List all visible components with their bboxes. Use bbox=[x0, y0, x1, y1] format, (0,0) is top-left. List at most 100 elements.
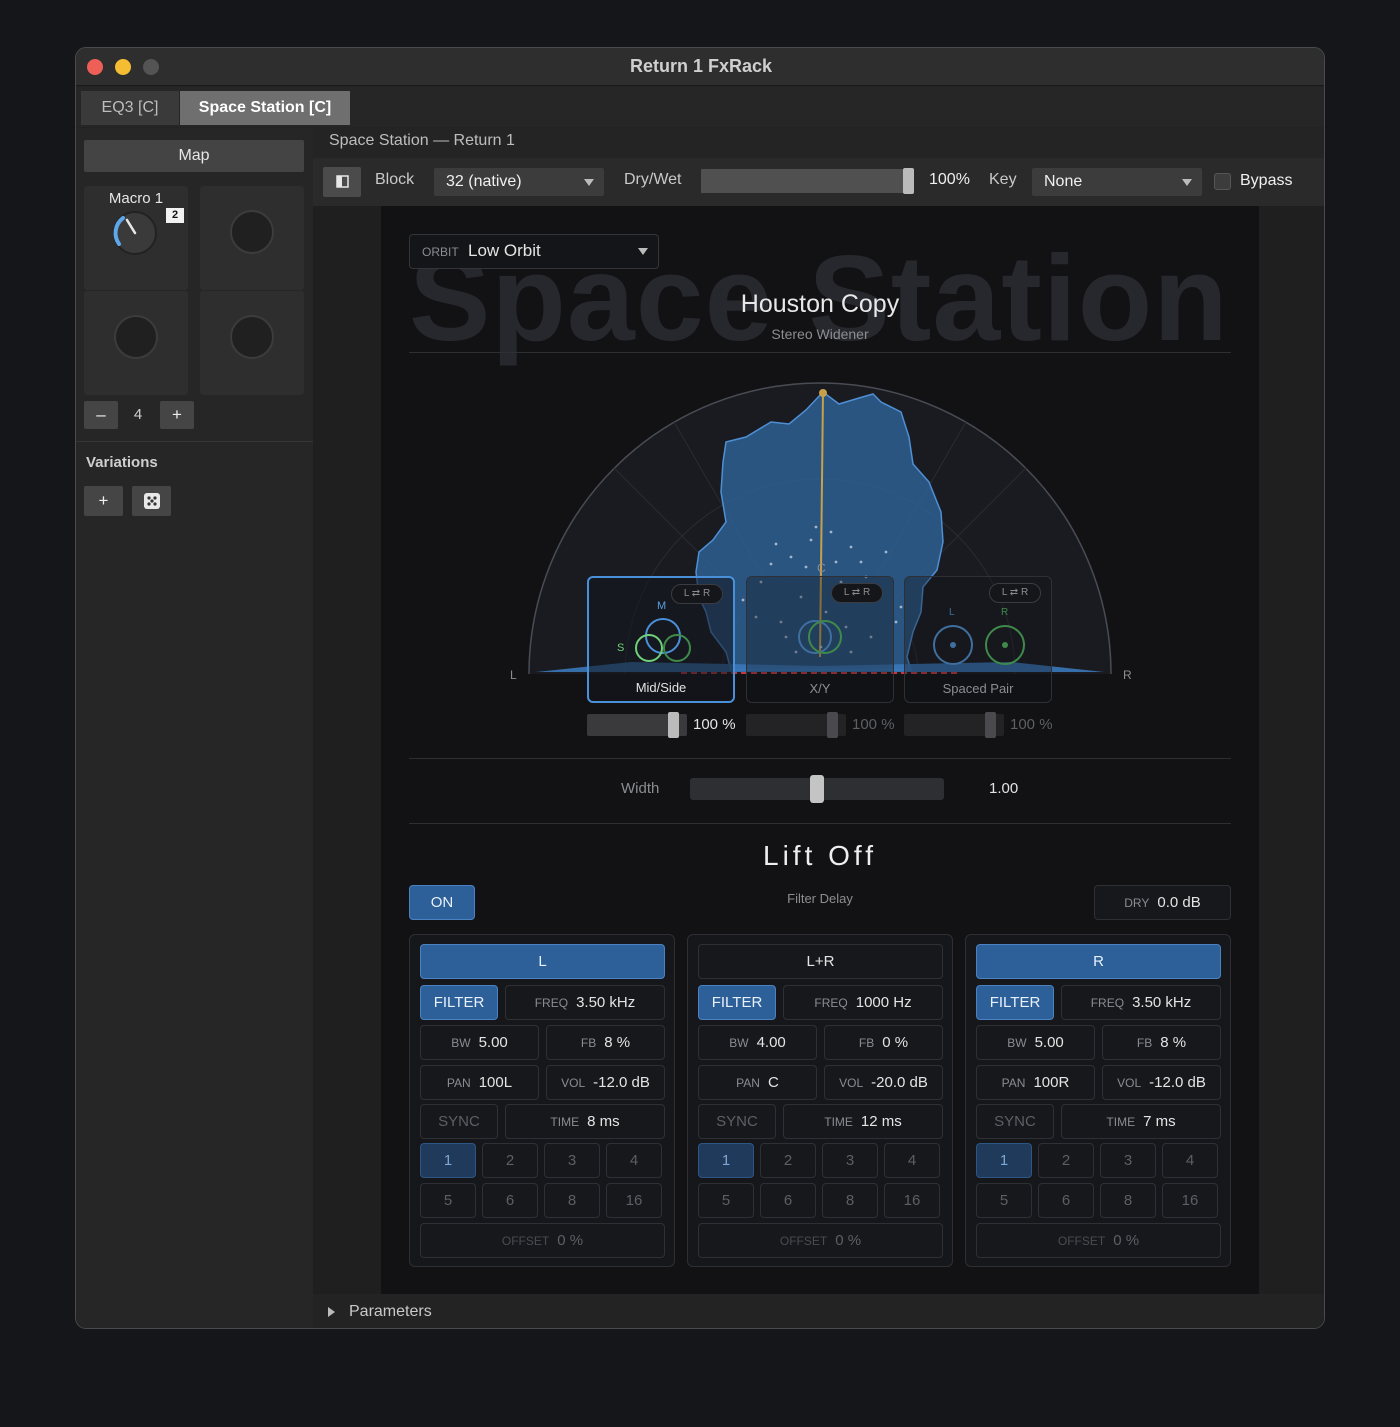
volume-control[interactable]: VOL -12.0 dB bbox=[1102, 1065, 1221, 1100]
sync-toggle-button[interactable]: SYNC bbox=[698, 1104, 776, 1139]
offset-control[interactable]: OFFSET 0 % bbox=[976, 1223, 1221, 1258]
parameters-bar[interactable]: Parameters bbox=[313, 1294, 1324, 1328]
macro-2-knob[interactable] bbox=[230, 210, 274, 254]
width-slider-thumb[interactable] bbox=[810, 775, 824, 803]
filter-toggle-button-value: FILTER bbox=[989, 994, 1041, 1011]
tab-eq3[interactable]: EQ3 [C] bbox=[81, 91, 179, 125]
feedback-control[interactable]: FB 8 % bbox=[1102, 1025, 1221, 1060]
offset-control[interactable]: OFFSET 0 % bbox=[420, 1223, 665, 1258]
tab-space-station[interactable]: Space Station [C] bbox=[180, 91, 350, 125]
randomize-variation-button[interactable] bbox=[132, 486, 171, 516]
sync-division-button[interactable]: 3 bbox=[822, 1143, 878, 1178]
sync-division-button[interactable]: 6 bbox=[760, 1183, 816, 1218]
block-size-value: 32 (native) bbox=[446, 173, 522, 190]
channel-toggle-button[interactable]: R bbox=[976, 944, 1221, 979]
mode-mid-side[interactable]: L ⇄ R M S Mid/Side bbox=[587, 576, 735, 703]
volume-control-key: VOL bbox=[561, 1076, 586, 1090]
disclosure-triangle-icon[interactable] bbox=[328, 1307, 335, 1317]
offset-control[interactable]: OFFSET 0 % bbox=[698, 1223, 943, 1258]
spaced-pair-amount-slider[interactable] bbox=[904, 712, 1004, 738]
volume-control[interactable]: VOL -20.0 dB bbox=[824, 1065, 943, 1100]
sync-division-button[interactable]: 3 bbox=[1100, 1143, 1156, 1178]
freq-control[interactable]: FREQ 1000 Hz bbox=[783, 985, 943, 1020]
sync-division-button[interactable]: 5 bbox=[698, 1183, 754, 1218]
feedback-control-value: 8 % bbox=[1160, 1034, 1187, 1051]
pan-control[interactable]: PAN 100L bbox=[420, 1065, 539, 1100]
sync-toggle-button[interactable]: SYNC bbox=[976, 1104, 1054, 1139]
sync-division-button[interactable]: 6 bbox=[1038, 1183, 1094, 1218]
swap-lr-toggle[interactable]: L ⇄ R bbox=[989, 583, 1041, 603]
sync-division-button[interactable]: 2 bbox=[1038, 1143, 1094, 1178]
channel-toggle-button[interactable]: L+R bbox=[698, 944, 943, 979]
macro-count-decrease-button[interactable]: – bbox=[84, 401, 118, 429]
delay-time-control[interactable]: TIME 7 ms bbox=[1061, 1104, 1221, 1139]
left-tag: L bbox=[949, 607, 955, 618]
width-slider[interactable] bbox=[690, 775, 944, 803]
drywet-slider[interactable] bbox=[701, 168, 914, 194]
sync-division-button[interactable]: 2 bbox=[760, 1143, 816, 1178]
add-variation-button[interactable]: + bbox=[84, 486, 123, 516]
bandwidth-control[interactable]: BW 4.00 bbox=[698, 1025, 817, 1060]
drywet-slider-thumb[interactable] bbox=[903, 168, 914, 194]
swap-lr-toggle[interactable]: L ⇄ R bbox=[671, 584, 723, 604]
sync-division-button[interactable]: 8 bbox=[1100, 1183, 1156, 1218]
sync-division-button[interactable]: 4 bbox=[884, 1143, 940, 1178]
sync-division-button[interactable]: 4 bbox=[606, 1143, 662, 1178]
sync-division-button[interactable]: 16 bbox=[1162, 1183, 1218, 1218]
bandwidth-control[interactable]: BW 5.00 bbox=[420, 1025, 539, 1060]
mid-side-amount-slider[interactable] bbox=[587, 712, 687, 738]
filter-toggle-button[interactable]: FILTER bbox=[976, 985, 1054, 1020]
freq-control[interactable]: FREQ 3.50 kHz bbox=[1061, 985, 1221, 1020]
sync-toggle-button[interactable]: SYNC bbox=[420, 1104, 498, 1139]
sync-division-button[interactable]: 1 bbox=[698, 1143, 754, 1178]
sync-division-button[interactable]: 5 bbox=[976, 1183, 1032, 1218]
xy-amount-slider[interactable] bbox=[746, 712, 846, 738]
swap-lr-toggle[interactable]: L ⇄ R bbox=[831, 583, 883, 603]
sidebar-toggle-button[interactable] bbox=[323, 167, 361, 197]
feedback-control[interactable]: FB 8 % bbox=[546, 1025, 665, 1060]
sync-division-button-value: 3 bbox=[1123, 1152, 1133, 1169]
filter-toggle-button[interactable]: FILTER bbox=[698, 985, 776, 1020]
slider-thumb[interactable] bbox=[827, 712, 838, 738]
sync-division-button[interactable]: 1 bbox=[976, 1143, 1032, 1178]
macro-4-knob[interactable] bbox=[230, 315, 274, 359]
pan-control[interactable]: PAN C bbox=[698, 1065, 817, 1100]
sync-division-button[interactable]: 8 bbox=[544, 1183, 600, 1218]
map-button[interactable]: Map bbox=[84, 140, 304, 172]
sync-division-button-value: 1 bbox=[999, 1152, 1009, 1169]
sync-division-button[interactable]: 6 bbox=[482, 1183, 538, 1218]
sync-division-button[interactable]: 3 bbox=[544, 1143, 600, 1178]
macro-3-knob[interactable] bbox=[114, 315, 158, 359]
offset-control-key: OFFSET bbox=[779, 1234, 828, 1248]
slider-thumb[interactable] bbox=[668, 712, 679, 738]
offset-control-value: 0 % bbox=[835, 1232, 862, 1249]
filter-toggle-button[interactable]: FILTER bbox=[420, 985, 498, 1020]
pan-control[interactable]: PAN 100R bbox=[976, 1065, 1095, 1100]
sync-division-button[interactable]: 4 bbox=[1162, 1143, 1218, 1178]
sync-division-button[interactable]: 5 bbox=[420, 1183, 476, 1218]
orbit-select[interactable]: ORBIT Low Orbit bbox=[409, 234, 659, 269]
bypass-checkbox[interactable] bbox=[1214, 173, 1231, 190]
volume-control[interactable]: VOL -12.0 dB bbox=[546, 1065, 665, 1100]
delay-time-control[interactable]: TIME 12 ms bbox=[783, 1104, 943, 1139]
slider-thumb[interactable] bbox=[985, 712, 996, 738]
sync-division-button[interactable]: 16 bbox=[606, 1183, 662, 1218]
mode-spaced-pair[interactable]: L ⇄ R L R Spaced Pair bbox=[904, 576, 1052, 703]
block-size-select[interactable]: 32 (native) bbox=[434, 168, 604, 196]
key-value: None bbox=[1044, 173, 1083, 190]
freq-control[interactable]: FREQ 3.50 kHz bbox=[505, 985, 665, 1020]
sync-division-button[interactable]: 8 bbox=[822, 1183, 878, 1218]
dry-level-control[interactable]: DRY 0.0 dB bbox=[1094, 885, 1231, 920]
mode-xy[interactable]: L ⇄ R X/Y bbox=[746, 576, 894, 703]
macro-1-knob[interactable] bbox=[110, 208, 160, 258]
delay-time-control[interactable]: TIME 8 ms bbox=[505, 1104, 665, 1139]
channel-toggle-button[interactable]: L bbox=[420, 944, 665, 979]
sync-division-button[interactable]: 2 bbox=[482, 1143, 538, 1178]
sync-division-button[interactable]: 16 bbox=[884, 1183, 940, 1218]
delay-channel-panel: R FILTER FREQ 3.50 kHz BW 5.00 FB 8 % PAN 100R VOL… bbox=[965, 934, 1231, 1267]
bandwidth-control[interactable]: BW 5.00 bbox=[976, 1025, 1095, 1060]
macro-count-increase-button[interactable]: + bbox=[160, 401, 194, 429]
sync-division-button[interactable]: 1 bbox=[420, 1143, 476, 1178]
feedback-control[interactable]: FB 0 % bbox=[824, 1025, 943, 1060]
key-select[interactable]: None bbox=[1032, 168, 1202, 196]
